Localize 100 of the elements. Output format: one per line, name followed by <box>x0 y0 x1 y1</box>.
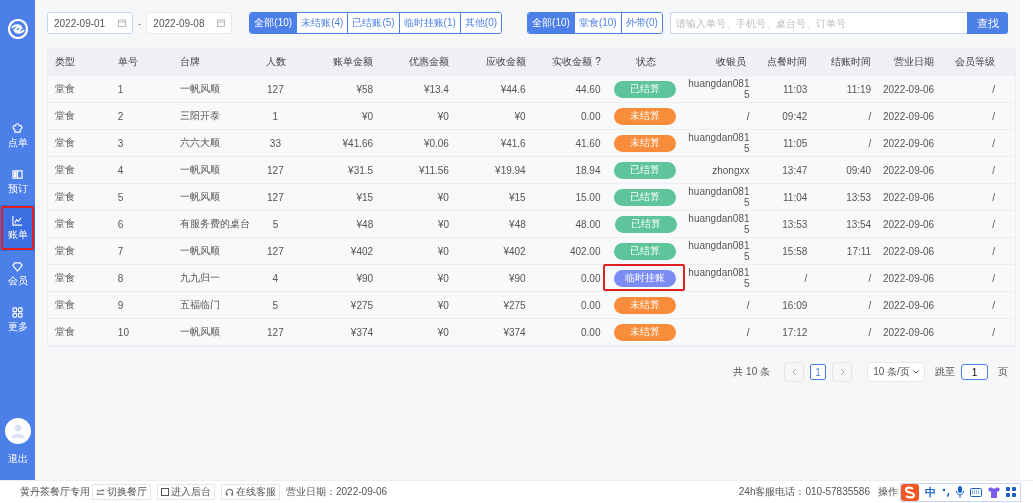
table-cell: / <box>868 299 872 311</box>
table-cell-text: / <box>745 326 750 338</box>
footer-button[interactable]: 进入后台 <box>157 484 215 500</box>
logout-link[interactable]: 退出 <box>7 452 28 466</box>
table-cell: 11:19 <box>846 83 872 95</box>
column-header: 优惠金额 <box>409 55 450 69</box>
sidebar-item[interactable]: 账单 <box>0 205 35 251</box>
table-cell: ¥48 <box>509 218 526 230</box>
window-icon <box>161 488 169 496</box>
footer-button[interactable]: 切换餐厅 <box>92 484 151 500</box>
type-filter-tab[interactable]: 全部(10) <box>528 13 574 33</box>
table-cell: 0.00 <box>581 272 601 284</box>
status-badge: 已结算 <box>614 188 677 206</box>
table-cell: ¥58 <box>356 83 374 95</box>
status-filter-tab[interactable]: 其他(0) <box>459 13 502 33</box>
sidebar-item[interactable]: 点单 <box>0 113 35 159</box>
table-cell-text: / <box>745 299 750 311</box>
keyboard-icon[interactable] <box>970 487 982 497</box>
table-cell: / <box>992 137 995 149</box>
swap-icon <box>96 488 105 496</box>
table-cell: ¥41.6 <box>500 137 526 149</box>
table-cell: / <box>868 326 872 338</box>
table-cell: ¥15 <box>509 191 526 203</box>
status-badge: 未结算 <box>614 134 677 152</box>
type-filter-tab[interactable]: 堂食(10) <box>573 13 621 33</box>
status-filter-tab[interactable]: 临时挂账(1) <box>398 13 460 33</box>
column-header: 账单金额 <box>333 55 374 69</box>
table-cell: ¥0 <box>437 191 449 203</box>
status-badge: 已结算 <box>614 161 677 179</box>
search-button[interactable]: 查找 <box>967 12 1008 34</box>
shirt-icon[interactable] <box>988 486 1000 498</box>
status-filter-tab[interactable]: 全部(10) <box>250 13 297 33</box>
table-cell: ¥13.4 <box>423 83 449 95</box>
table-cell: 1 <box>272 110 279 122</box>
table-cell: 17:12 <box>782 326 808 338</box>
punctuation-icon[interactable] <box>942 487 950 497</box>
table-cell: 13:54 <box>846 218 872 230</box>
store-name: 黄丹茶餐厅专用 <box>20 485 90 499</box>
status-filter-tab[interactable]: 已结账(5) <box>347 13 399 33</box>
table-cell: ¥0 <box>437 218 449 230</box>
table-cell: 堂食 <box>55 325 75 339</box>
end-date-field[interactable]: 2022-09-08 <box>146 12 233 34</box>
chevron-down-icon <box>912 370 919 374</box>
status-badge: 未结算 <box>614 296 677 314</box>
table-cell: 有服务费的桌台 <box>179 217 250 231</box>
table-cell: 13:47 <box>782 164 808 176</box>
table-cell: / <box>992 110 995 122</box>
input-mode-toggle[interactable]: 中 <box>925 484 936 500</box>
table-cell: ¥374 <box>503 326 526 338</box>
microphone-icon[interactable] <box>956 486 964 498</box>
table-cell: 13:53 <box>846 191 872 203</box>
table-cell: / <box>992 299 995 311</box>
table-cell: ¥374 <box>350 326 374 338</box>
table-cell: 一帆风顺 <box>179 163 220 177</box>
table-cell: 10 <box>117 326 129 338</box>
table-cell-text: huangdan0815 <box>687 267 750 289</box>
table-cell: 一帆风顺 <box>179 325 220 339</box>
table-cell: ¥275 <box>503 299 526 311</box>
table-cell: 堂食 <box>55 109 75 123</box>
headset-icon <box>225 487 234 497</box>
table-cell: ¥44.6 <box>500 83 526 95</box>
grid-icon[interactable] <box>1006 487 1016 497</box>
sidebar-item[interactable]: 会员 <box>0 251 35 297</box>
table-cell: 127 <box>267 326 284 338</box>
column-header: 结账时间 <box>831 55 872 69</box>
table-cell: / <box>868 272 872 284</box>
table-cell: 09:42 <box>782 110 808 122</box>
table-cell: / <box>992 272 995 284</box>
type-filter-tab[interactable]: 外带(0) <box>620 13 662 33</box>
table-cell: 44.60 <box>575 83 601 95</box>
table-cell: 15.00 <box>575 191 601 203</box>
table-cell: ¥0 <box>437 245 449 257</box>
table-cell: ¥275 <box>350 299 374 311</box>
start-date-field[interactable]: 2022-09-01 <box>47 12 133 34</box>
goto-label: 跳至 <box>935 365 955 379</box>
column-header: 单号 <box>117 55 138 69</box>
avatar-icon[interactable] <box>4 418 31 444</box>
table-cell: 1 <box>117 83 124 95</box>
column-header: 台牌 <box>179 55 200 69</box>
page-size-select[interactable]: 10 条/页 <box>867 362 925 382</box>
table-cell: 2022-09-06 <box>883 245 935 257</box>
goto-page-field[interactable]: 1 <box>961 364 988 380</box>
table-cell: ¥0 <box>362 110 374 122</box>
table-cell: ¥19.94 <box>495 164 526 176</box>
page-number[interactable]: 1 <box>810 364 826 380</box>
ime-logo-icon[interactable] <box>901 483 919 501</box>
table-cell: 2022-09-06 <box>883 164 935 176</box>
sidebar-item[interactable]: 更多 <box>0 297 35 343</box>
column-header: 点餐时间 <box>767 55 808 69</box>
status-filter-tab[interactable]: 未结账(4) <box>296 13 348 33</box>
sidebar-item[interactable]: 预订 <box>0 159 35 205</box>
table-cell: 一帆风顺 <box>179 82 220 96</box>
column-header: 会员等级 <box>955 55 996 69</box>
table-cell-text: huangdan0815 <box>687 186 750 208</box>
grid-icon <box>12 306 23 318</box>
table-cell: ¥41.66 <box>342 137 374 149</box>
table-cell-text: zhongxx <box>711 164 750 176</box>
table-cell: 2 <box>117 110 124 122</box>
table-cell: 11:05 <box>783 137 808 149</box>
footer-button[interactable]: 在线客服 <box>221 484 280 500</box>
